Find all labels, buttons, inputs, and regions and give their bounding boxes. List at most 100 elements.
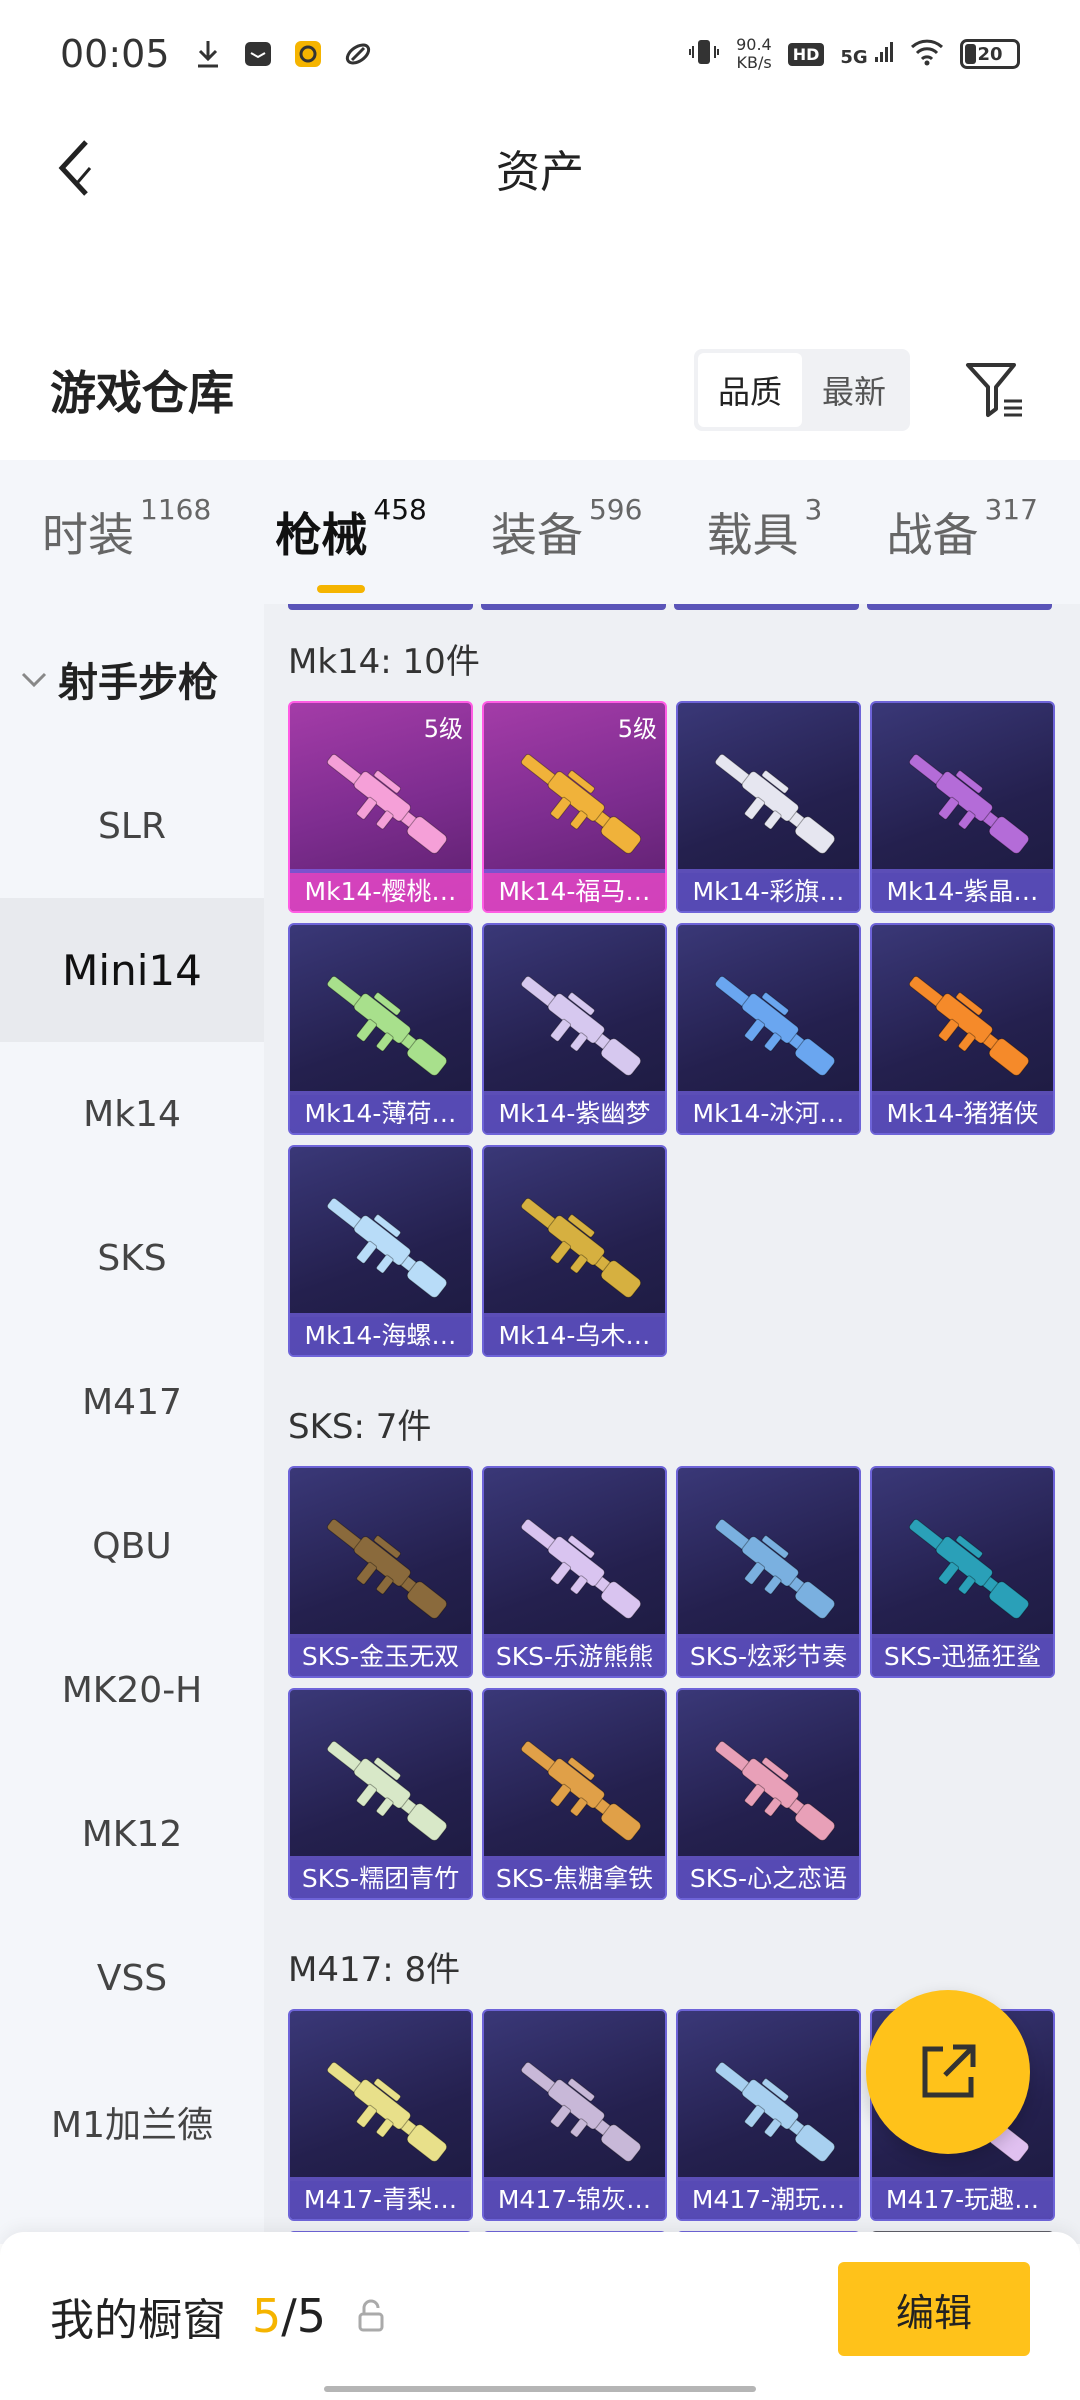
status-time: 00:05 [60,32,170,76]
chevron-down-icon [20,662,48,697]
sidebar-group-marksman[interactable]: 射手步枪 [0,604,264,754]
sidebar-item-sks[interactable]: SKS [0,1186,264,1330]
sidebar-item-mini14[interactable]: Mini14 [0,898,264,1042]
weapon-sidebar: 射手步枪 SLR Mini14 Mk14 SKS M417 QBU MK20-H… [0,604,264,2244]
skin-card[interactable]: SKS-金玉无双 [288,1466,473,1678]
skin-name: SKS-金玉无双 [290,1638,471,1676]
page-title: 资产 [496,147,584,198]
network-speed: 90.4 KB/s [736,36,772,72]
status-bar: 00:05 90.4 KB/s HD 5G 20 [0,0,1080,108]
skin-card[interactable]: Mk14-海螺… [288,1145,473,1357]
skin-card[interactable]: SKS-迅猛狂鲨 [870,1466,1055,1678]
skin-name: Mk14-彩旗… [678,873,859,911]
sidebar-item-m417[interactable]: M417 [0,1330,264,1474]
tab-supplies[interactable]: 战备 317 [886,493,1037,565]
showcase-count: 5/5 [252,2289,327,2343]
share-icon [922,2044,976,2098]
skin-card[interactable]: SKS-乐游熊熊 [482,1466,667,1678]
gun-skin-image [714,753,836,854]
gun-skin-image [520,1518,642,1619]
skin-card[interactable]: Mk14-紫幽梦 [482,923,667,1135]
tab-label: 战备 [886,508,979,562]
share-button[interactable] [866,1990,1030,2154]
skin-card[interactable]: M417-潮玩… [676,2009,861,2221]
tab-count: 317 [984,493,1038,526]
skin-card[interactable]: SKS-糯团青竹 [288,1688,473,1900]
link-icon [342,38,374,70]
sort-quality-button[interactable]: 品质 [697,353,802,427]
gun-skin-image [326,2061,448,2162]
sidebar-item-mk14[interactable]: Mk14 [0,1042,264,1186]
group-title: SKS: 7件 [288,1407,432,1447]
gun-skin-image [326,975,448,1076]
tab-fashion[interactable]: 时装 1168 [42,493,211,565]
sort-latest-button[interactable]: 最新 [802,353,906,427]
skin-name: SKS-心之恋语 [678,1860,859,1898]
lock-icon [356,2298,386,2334]
skin-card[interactable]: 5级 Mk14-福马… [482,701,667,913]
skin-card[interactable]: M417-青梨… [288,2009,473,2221]
gun-skin-image [520,1197,642,1298]
sidebar-item-slr[interactable]: SLR [0,754,264,898]
edit-button[interactable]: 编辑 [838,2262,1030,2356]
showcase-label: 我的橱窗 [50,2295,226,2346]
skin-name: SKS-乐游熊熊 [484,1638,665,1676]
app-notification-icon [292,38,324,70]
skin-card[interactable]: M417-锦灰… [482,2009,667,2221]
gun-skin-image [326,1740,448,1841]
sidebar-item-m1-garand[interactable]: M1加兰德 [0,2050,264,2194]
gun-skin-image [714,975,836,1076]
vibrate-icon [688,37,720,72]
filter-button[interactable] [960,355,1030,425]
skin-grid: 5级 Mk14-樱桃… 5级 Mk14-福马… Mk14-彩旗… Mk14-紫晶… Mk14… [264,701,1080,1377]
skin-name: Mk14-海螺… [290,1317,471,1355]
tab-count: 3 [804,493,823,526]
tab-label: 载具 [706,508,799,562]
net-speed-unit: KB/s [736,53,772,72]
skin-name: SKS-焦糖拿铁 [484,1860,665,1898]
skin-name: M417-锦灰… [484,2181,665,2219]
gun-skin-image [908,753,1030,854]
notification-icons [192,38,374,70]
skin-card[interactable]: SKS-焦糖拿铁 [482,1688,667,1900]
back-arrow-icon [58,140,92,196]
skin-name: SKS-糯团青竹 [290,1860,471,1898]
tab-equipment[interactable]: 装备 596 [490,493,642,565]
skin-card[interactable]: SKS-炫彩节奏 [676,1466,861,1678]
showcase-total: 5 [296,2289,327,2343]
home-indicator[interactable] [324,2386,756,2392]
warehouse-header: 游戏仓库 品质 最新 [0,340,1080,440]
skin-card[interactable]: Mk14-猪猪侠 [870,923,1055,1135]
signal-icon: 5G [840,41,894,68]
battery-icon: 20 [960,39,1020,69]
back-button[interactable] [44,138,104,198]
skin-card[interactable]: Mk14-乌木… [482,1145,667,1357]
net-speed-value: 90.4 [736,35,772,54]
sidebar-item-vss[interactable]: VSS [0,1906,264,2050]
skin-card[interactable]: Mk14-彩旗… [676,701,861,913]
tab-vehicles[interactable]: 载具 3 [706,493,823,565]
gun-skin-image [326,1197,448,1298]
gun-skin-image [908,975,1030,1076]
gun-skin-image [908,1518,1030,1619]
skin-card[interactable]: Mk14-薄荷… [288,923,473,1135]
skin-grid: SKS-金玉无双 SKS-乐游熊熊 SKS-炫彩节奏 SKS-迅猛狂鲨 SKS-糯团青竹… [264,1466,1080,1920]
status-right-icons: 90.4 KB/s HD 5G 20 [688,36,1020,72]
skin-card[interactable]: Mk14-紫晶… [870,701,1055,913]
skin-card[interactable]: SKS-心之恋语 [676,1688,861,1900]
gun-skin-image [714,1740,836,1841]
tab-guns[interactable]: 枪械 458 [275,493,427,593]
group-title: Mk14: 10件 [288,642,480,682]
skin-level-badge: 5级 [617,715,657,743]
skin-card[interactable]: 5级 Mk14-樱桃… [288,701,473,913]
skin-card[interactable]: Mk14-冰河… [676,923,861,1135]
gun-skin-image [520,975,642,1076]
sidebar-item-qbu[interactable]: QBU [0,1474,264,1618]
signal-type: 5G [840,46,868,68]
sidebar-item-mk20h[interactable]: MK20-H [0,1618,264,1762]
tab-count: 596 [588,493,643,526]
tab-label: 装备 [490,508,583,562]
sort-toggle: 品质 最新 [693,349,910,431]
skin-name: Mk14-薄荷… [290,1095,471,1133]
sidebar-item-mk12[interactable]: MK12 [0,1762,264,1906]
